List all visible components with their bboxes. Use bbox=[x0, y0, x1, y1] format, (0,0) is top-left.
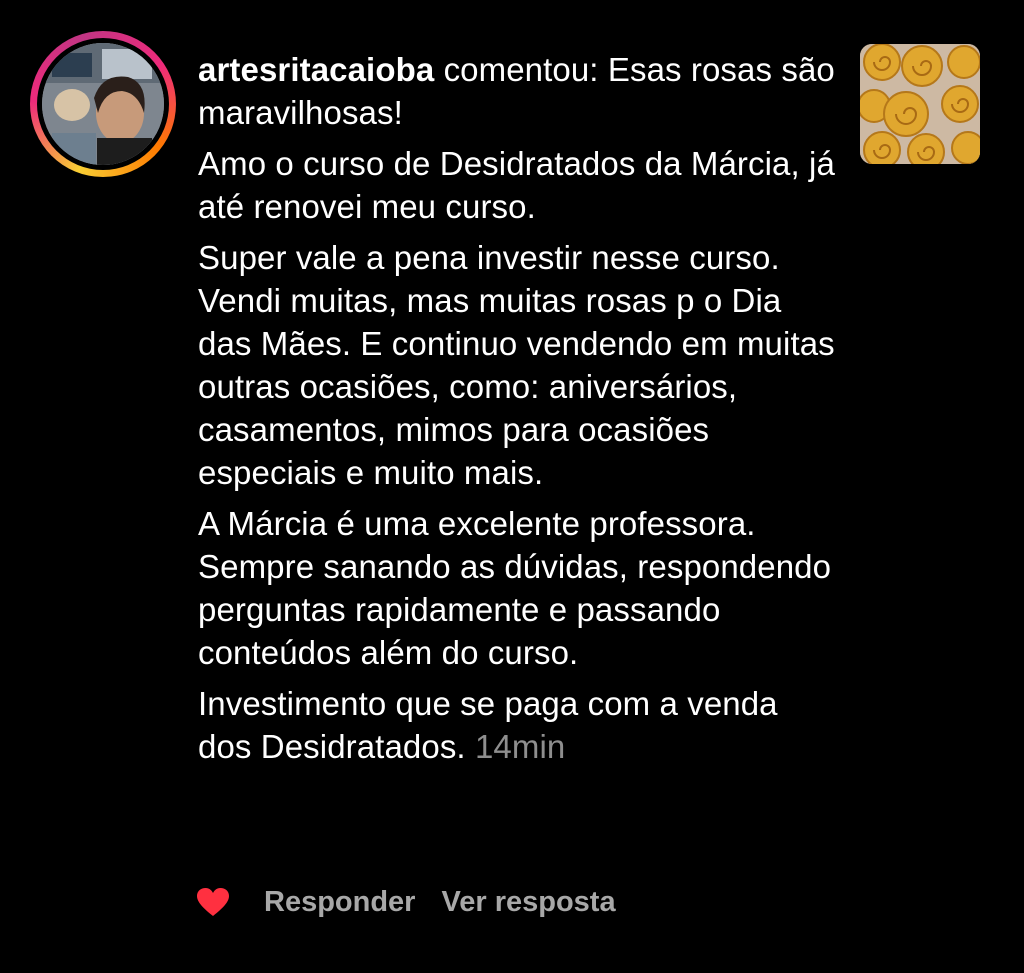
comment-notification[interactable]: artesritacaioba comentou: Esas rosas são… bbox=[0, 0, 1024, 973]
story-ring[interactable] bbox=[30, 31, 176, 177]
comment-paragraph-5: Investimento que se paga com a venda dos… bbox=[198, 682, 838, 768]
comment-paragraph: artesritacaioba comentou: Esas rosas são… bbox=[198, 48, 838, 134]
post-thumbnail[interactable] bbox=[860, 44, 980, 164]
comment-time: 14min bbox=[474, 728, 566, 765]
comment-paragraph-3: Super vale a pena investir nesse curso. … bbox=[198, 239, 835, 491]
comment-actions: Responder Ver resposta bbox=[196, 880, 616, 924]
comment-text: artesritacaioba comentou: Esas rosas são… bbox=[198, 48, 838, 776]
comment-paragraph-4: A Márcia é uma excelente professora. Sem… bbox=[198, 505, 832, 671]
comment-verb: comentou: bbox=[443, 51, 599, 88]
view-reply-button[interactable]: Ver resposta bbox=[441, 886, 615, 919]
reply-button[interactable]: Responder bbox=[264, 886, 415, 919]
username[interactable]: artesritacaioba bbox=[198, 51, 434, 88]
comment-paragraph-2: Amo o curso de Desidratados da Márcia, j… bbox=[198, 145, 835, 225]
heart-icon[interactable] bbox=[196, 887, 230, 917]
avatar[interactable] bbox=[42, 43, 164, 165]
